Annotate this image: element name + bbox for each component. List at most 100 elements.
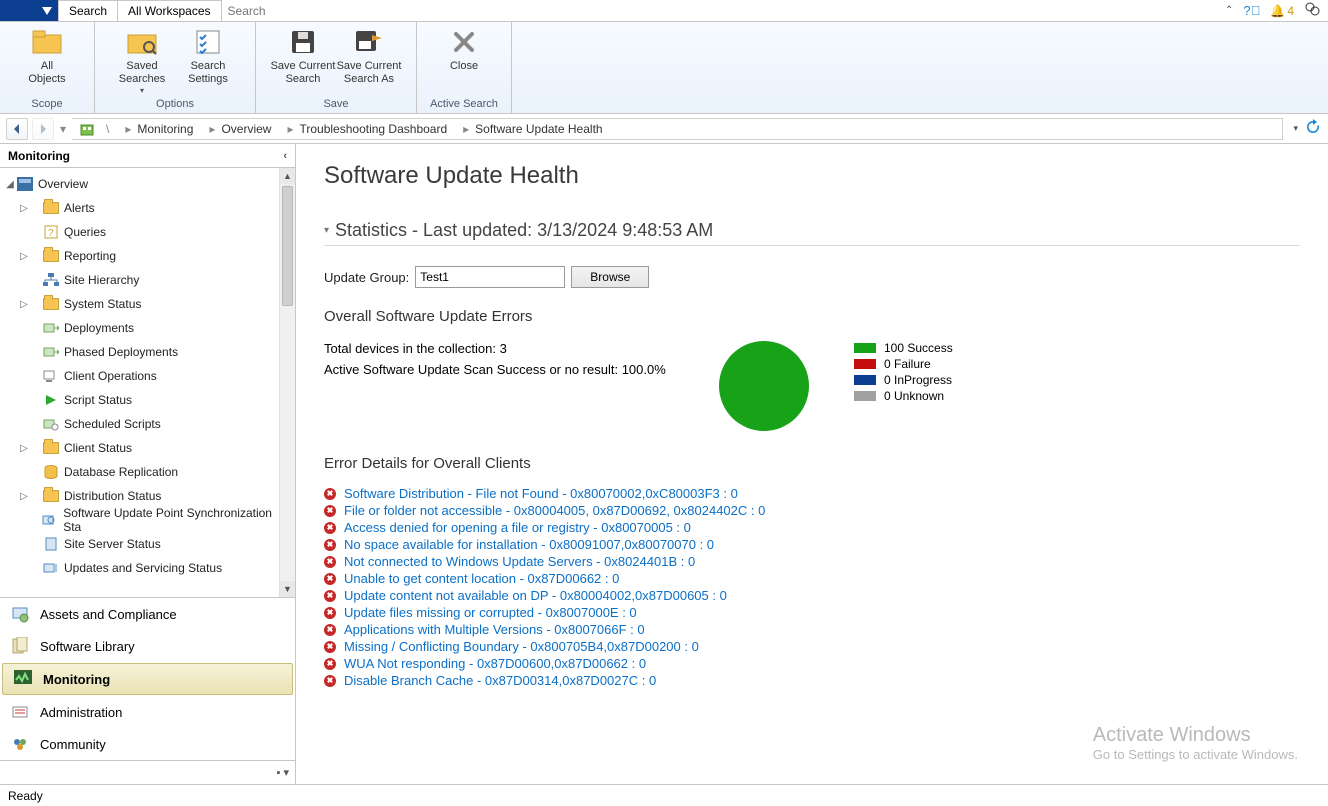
expand-icon[interactable]: ▷ bbox=[18, 491, 30, 502]
browse-button[interactable]: Browse bbox=[571, 266, 649, 288]
error-icon: ✖ bbox=[324, 539, 336, 551]
notifications-button[interactable]: 🔔 4 bbox=[1270, 4, 1294, 18]
workspace-community[interactable]: Community bbox=[0, 728, 295, 760]
workspace-assets-and-compliance[interactable]: Assets and Compliance bbox=[0, 598, 295, 630]
scan-success-text: Active Software Update Scan Success or n… bbox=[324, 362, 704, 377]
help-icon[interactable]: ?⃝ bbox=[1243, 3, 1260, 18]
scroll-down-icon[interactable]: ▼ bbox=[280, 581, 295, 597]
scheduled-icon bbox=[42, 415, 60, 433]
sidebar: Monitoring ‹ ◢Overview▷Alerts?Queries▷Re… bbox=[0, 144, 296, 784]
ribbon-group-label: Options bbox=[95, 96, 255, 113]
saved-searches-button[interactable]: Saved Searches ▾ bbox=[109, 26, 175, 96]
tree-item-overview[interactable]: ◢Overview bbox=[0, 172, 295, 196]
breadcrumb-dropdown[interactable]: ▾ bbox=[1293, 123, 1298, 134]
statistics-section-header[interactable]: ▾ Statistics - Last updated: 3/13/2024 9… bbox=[324, 220, 1300, 246]
workspace-administration[interactable]: Administration bbox=[0, 696, 295, 728]
expand-icon[interactable]: ▷ bbox=[18, 203, 30, 214]
expand-icon[interactable]: ◢ bbox=[4, 179, 16, 190]
workspace-bar-footer: ▪ ▾ bbox=[0, 760, 295, 784]
chart-legend: 100 Success0 Failure0 InProgress0 Unknow… bbox=[854, 341, 953, 405]
tree-item-site-hierarchy[interactable]: Site Hierarchy bbox=[0, 268, 295, 292]
tree-item-phased-deployments[interactable]: Phased Deployments bbox=[0, 340, 295, 364]
workspace-label: Monitoring bbox=[43, 672, 110, 687]
tree-item-client-status[interactable]: ▷Client Status bbox=[0, 436, 295, 460]
error-row: ✖Applications with Multiple Versions - 0… bbox=[324, 622, 1300, 637]
error-link[interactable]: No space available for installation - 0x… bbox=[344, 537, 714, 552]
ribbon-group-label: Save bbox=[256, 96, 416, 113]
error-link[interactable]: Software Distribution - File not Found -… bbox=[344, 486, 738, 501]
tree-item-queries[interactable]: ?Queries bbox=[0, 220, 295, 244]
scroll-thumb[interactable] bbox=[282, 186, 293, 306]
error-icon: ✖ bbox=[324, 641, 336, 653]
feedback-icon[interactable] bbox=[1304, 1, 1320, 20]
legend-label: 0 InProgress bbox=[884, 373, 952, 387]
search-settings-button[interactable]: Search Settings bbox=[175, 26, 241, 86]
arrow-right-icon bbox=[37, 123, 49, 135]
error-link[interactable]: Update content not available on DP - 0x8… bbox=[344, 588, 727, 603]
expand-icon[interactable]: ▷ bbox=[18, 251, 30, 262]
tree-scrollbar[interactable]: ▲ ▼ bbox=[279, 168, 295, 597]
tree-item-deployments[interactable]: Deployments bbox=[0, 316, 295, 340]
error-link[interactable]: Disable Branch Cache - 0x87D00314,0x87D0… bbox=[344, 673, 656, 688]
error-icon: ✖ bbox=[324, 573, 336, 585]
monitoring-icon bbox=[13, 669, 33, 689]
tab-search[interactable]: Search bbox=[58, 0, 118, 21]
caret-down-icon: ▾ bbox=[324, 225, 329, 236]
close-search-button[interactable]: Close bbox=[431, 26, 497, 73]
breadcrumb-item[interactable]: ▸Software Update Health bbox=[455, 122, 610, 136]
updates-icon bbox=[42, 559, 60, 577]
workspace-options-button[interactable]: ▪ ▾ bbox=[277, 766, 289, 779]
error-icon: ✖ bbox=[324, 522, 336, 534]
legend-label: 0 Unknown bbox=[884, 389, 944, 403]
tree-item-distribution-status[interactable]: ▷Distribution Status bbox=[0, 484, 295, 508]
global-search-input[interactable] bbox=[222, 0, 1217, 21]
save-icon bbox=[287, 26, 319, 58]
nav-history-dropdown[interactable]: ▾ bbox=[58, 118, 68, 140]
nav-back-button[interactable] bbox=[6, 118, 28, 140]
all-objects-button[interactable]: All Objects bbox=[14, 26, 80, 86]
tree-item-client-operations[interactable]: Client Operations bbox=[0, 364, 295, 388]
save-as-icon bbox=[353, 26, 385, 58]
home-icon[interactable] bbox=[76, 118, 98, 140]
tree-item-software-update-point-synchronization-sta[interactable]: Software Update Point Synchronization St… bbox=[0, 508, 295, 532]
error-link[interactable]: Update files missing or corrupted - 0x80… bbox=[344, 605, 637, 620]
save-current-search-button[interactable]: Save Current Search bbox=[270, 26, 336, 86]
expand-icon[interactable]: ▷ bbox=[18, 443, 30, 454]
tree-item-reporting[interactable]: ▷Reporting bbox=[0, 244, 295, 268]
tab-all-workspaces[interactable]: All Workspaces bbox=[118, 0, 221, 21]
tree-item-script-status[interactable]: Script Status bbox=[0, 388, 295, 412]
tree-item-database-replication[interactable]: Database Replication bbox=[0, 460, 295, 484]
tree-item-site-server-status[interactable]: Site Server Status bbox=[0, 532, 295, 556]
tree-item-alerts[interactable]: ▷Alerts bbox=[0, 196, 295, 220]
breadcrumb-item[interactable]: ▸Monitoring bbox=[117, 122, 201, 136]
error-row: ✖ Access denied for opening a file or reg… bbox=[324, 520, 1300, 535]
folder-icon bbox=[42, 247, 60, 265]
save-current-search-as-button[interactable]: Save Current Search As bbox=[336, 26, 402, 86]
breadcrumb-item[interactable]: ▸Troubleshooting Dashboard bbox=[279, 122, 455, 136]
tree-item-updates-and-servicing-status[interactable]: Updates and Servicing Status bbox=[0, 556, 295, 580]
tree-item-system-status[interactable]: ▷System Status bbox=[0, 292, 295, 316]
error-link[interactable]: Not connected to Windows Update Servers … bbox=[344, 554, 695, 569]
sidebar-header: Monitoring ‹ bbox=[0, 144, 295, 168]
sidebar-collapse-button[interactable]: ‹ bbox=[283, 150, 287, 162]
tree-item-label: Queries bbox=[64, 225, 106, 239]
error-link[interactable]: Applications with Multiple Versions - 0x… bbox=[344, 622, 645, 637]
arrow-left-icon bbox=[11, 123, 23, 135]
scroll-up-icon[interactable]: ▲ bbox=[280, 168, 295, 184]
error-link[interactable]: Unable to get content location - 0x87D00… bbox=[344, 571, 619, 586]
workspace-monitoring[interactable]: Monitoring bbox=[2, 663, 293, 695]
expand-icon[interactable]: ▷ bbox=[18, 299, 30, 310]
tree-item-scheduled-scripts[interactable]: Scheduled Scripts bbox=[0, 412, 295, 436]
ribbon-group-label: Active Search bbox=[417, 96, 511, 113]
error-link[interactable]: Access denied for opening a file or regi… bbox=[344, 520, 691, 535]
workspace-software-library[interactable]: Software Library bbox=[0, 630, 295, 662]
error-link[interactable]: Missing / Conflicting Boundary - 0x80070… bbox=[344, 639, 699, 654]
pin-icon[interactable]: ⌃ bbox=[1225, 5, 1233, 16]
error-link[interactable]: File or folder not accessible - 0x800040… bbox=[344, 503, 765, 518]
error-link[interactable]: WUA Not responding - 0x87D00600,0x87D006… bbox=[344, 656, 646, 671]
update-group-input[interactable] bbox=[415, 266, 565, 288]
app-menu-button[interactable] bbox=[0, 0, 58, 21]
breadcrumb-item[interactable]: ▸Overview bbox=[201, 122, 279, 136]
refresh-button[interactable] bbox=[1304, 118, 1322, 139]
nav-forward-button[interactable] bbox=[32, 118, 54, 140]
